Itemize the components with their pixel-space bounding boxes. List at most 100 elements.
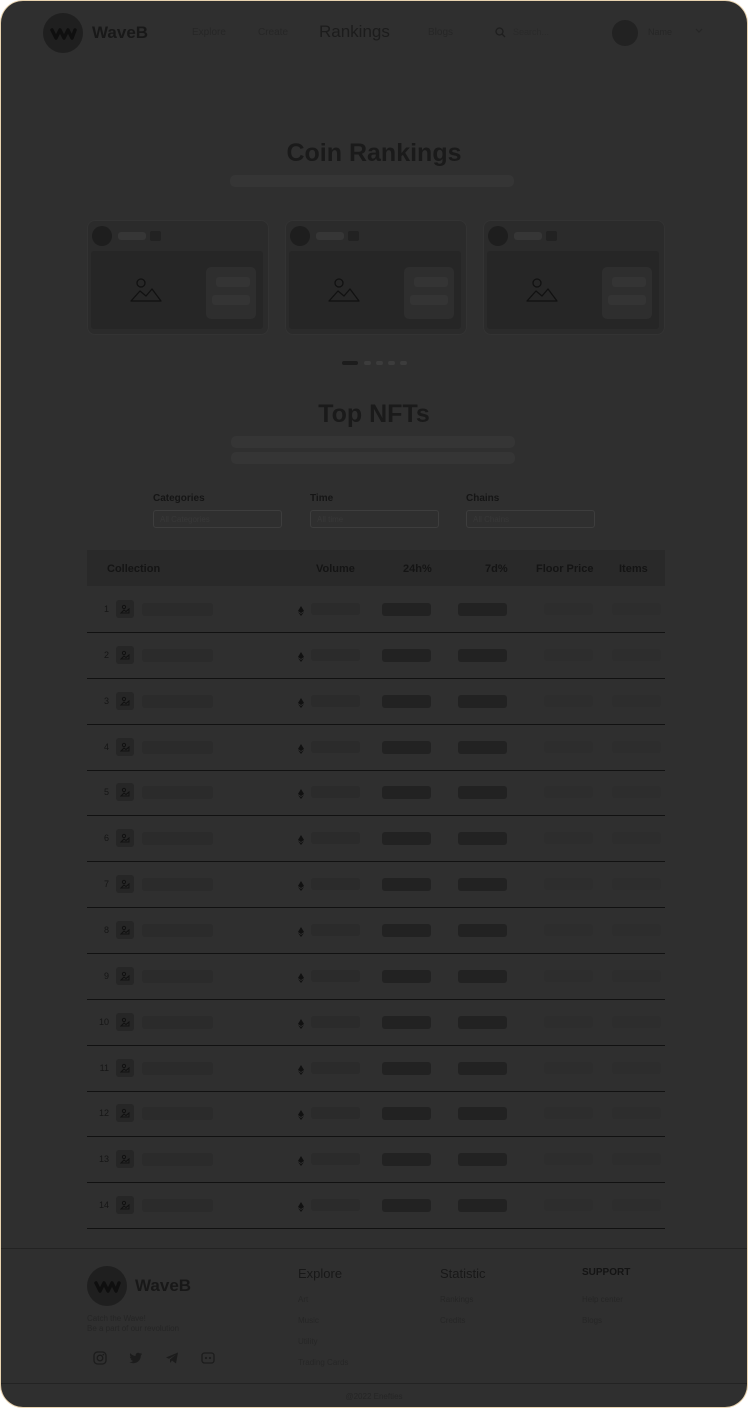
instagram-icon[interactable] xyxy=(93,1351,107,1365)
items-placeholder xyxy=(612,1153,661,1166)
coin-card[interactable] xyxy=(483,220,665,335)
nav-explore[interactable]: Explore xyxy=(192,27,226,38)
column-volume[interactable]: Volume xyxy=(316,563,355,575)
footer-link-blogs[interactable]: Blogs xyxy=(582,1316,602,1325)
change-24h-placeholder xyxy=(382,878,431,892)
twitter-icon[interactable] xyxy=(129,1351,143,1365)
table-row[interactable]: 11 xyxy=(87,1046,665,1092)
table-row[interactable]: 10 xyxy=(87,1000,665,1046)
footer-link-trading-cards[interactable]: Trading Cards xyxy=(298,1358,348,1367)
table-row[interactable]: 3 xyxy=(87,679,665,725)
change-24h-placeholder xyxy=(382,923,431,937)
collection-name-placeholder xyxy=(142,1153,213,1167)
column-floor-price[interactable]: Floor Price xyxy=(536,563,593,575)
table-row[interactable]: 2 xyxy=(87,633,665,679)
change-7d-placeholder xyxy=(458,648,507,662)
table-row[interactable]: 12 xyxy=(87,1091,665,1138)
coin-card[interactable] xyxy=(87,220,269,335)
change-24h-placeholder xyxy=(382,1153,431,1167)
column-items[interactable]: Items xyxy=(619,563,648,575)
column-24h[interactable]: 24h% xyxy=(403,563,432,575)
subtitle-placeholder xyxy=(230,175,514,187)
time-label: Time xyxy=(310,493,334,504)
collection-thumbnail xyxy=(116,920,134,939)
coin-symbol-placeholder xyxy=(150,231,161,241)
table-row[interactable]: 6 xyxy=(87,816,665,863)
volume-placeholder xyxy=(311,1107,360,1120)
column-collection[interactable]: Collection xyxy=(107,563,160,575)
nav-rankings[interactable]: Rankings xyxy=(319,22,390,42)
footer-link-rankings[interactable]: Rankings xyxy=(440,1295,473,1304)
avatar[interactable] xyxy=(612,20,638,46)
footer-logo-icon[interactable] xyxy=(87,1266,127,1306)
collection-thumbnail xyxy=(116,966,134,985)
collection-name-placeholder xyxy=(142,694,213,708)
table-row[interactable]: 5 xyxy=(87,770,665,817)
change-7d-placeholder xyxy=(458,694,507,708)
coin-rankings-title: Coin Rankings xyxy=(286,139,462,167)
footer-link-art[interactable]: Art xyxy=(298,1295,308,1304)
row-rank: 8 xyxy=(103,924,109,935)
chevron-down-icon[interactable] xyxy=(694,25,704,35)
telegram-icon[interactable] xyxy=(165,1351,179,1365)
carousel-dot-5[interactable] xyxy=(400,361,407,365)
change-7d-placeholder xyxy=(458,1107,507,1121)
carousel-dot-2[interactable] xyxy=(364,361,371,365)
footer-bottom-divider xyxy=(1,1383,747,1384)
nav-create[interactable]: Create xyxy=(258,27,288,38)
table-row[interactable]: 4 xyxy=(87,725,665,771)
footer-link-credits[interactable]: Credits xyxy=(440,1316,465,1325)
logo-icon[interactable] xyxy=(43,13,83,53)
row-rank: 1 xyxy=(103,604,109,614)
collection-name-placeholder xyxy=(142,832,213,846)
floor-price-placeholder xyxy=(544,1015,593,1028)
categories-label: Categories xyxy=(153,493,205,504)
chains-select[interactable]: All Chains xyxy=(466,510,595,528)
carousel-dot-1[interactable] xyxy=(342,361,358,365)
footer-link-utility[interactable]: Utility xyxy=(298,1337,318,1346)
row-rank: 3 xyxy=(103,695,109,706)
table-row[interactable]: 1 xyxy=(87,587,665,633)
change-7d-placeholder xyxy=(458,969,507,983)
row-rank: 9 xyxy=(103,970,109,981)
categories-select[interactable]: All Categories xyxy=(153,510,282,528)
nav-blogs[interactable]: Blogs xyxy=(428,27,453,38)
footer-link-music[interactable]: Music xyxy=(298,1316,319,1325)
coin-card[interactable] xyxy=(285,220,467,335)
coin-stats-panel xyxy=(404,267,454,319)
coin-name-placeholder xyxy=(316,232,344,240)
carousel-dot-3[interactable] xyxy=(376,361,383,365)
volume-placeholder xyxy=(311,694,360,707)
collection-thumbnail xyxy=(116,1196,134,1215)
floor-price-placeholder xyxy=(544,1153,593,1166)
user-name[interactable]: Name xyxy=(648,27,672,37)
collection-thumbnail xyxy=(116,829,134,848)
search-icon[interactable] xyxy=(495,27,506,38)
copyright-text: @2022 Enefties xyxy=(345,1392,403,1401)
items-placeholder xyxy=(612,1107,661,1120)
table-row[interactable]: 13 xyxy=(87,1137,665,1184)
subtitle-placeholder xyxy=(231,436,515,448)
volume-placeholder xyxy=(311,648,360,661)
image-placeholder-icon xyxy=(130,278,162,302)
time-select[interactable]: All time xyxy=(310,510,439,528)
table-row[interactable]: 9 xyxy=(87,954,665,1000)
floor-price-placeholder xyxy=(544,1061,593,1074)
change-24h-placeholder xyxy=(382,832,431,846)
search-input[interactable]: Search... xyxy=(513,27,549,37)
discord-icon[interactable] xyxy=(201,1351,215,1365)
table-row[interactable]: 7 xyxy=(87,862,665,909)
footer-link-help-center[interactable]: Help center xyxy=(582,1295,623,1304)
ethereum-icon xyxy=(298,786,304,804)
column-7d[interactable]: 7d% xyxy=(485,563,508,575)
row-rank: 6 xyxy=(103,833,109,844)
table-row[interactable]: 14 xyxy=(87,1183,665,1230)
change-24h-placeholder xyxy=(382,1199,431,1213)
carousel-dot-4[interactable] xyxy=(388,361,395,365)
table-row[interactable]: 8 xyxy=(87,908,665,954)
coin-stats-panel xyxy=(602,267,652,319)
items-placeholder xyxy=(612,648,661,661)
change-7d-placeholder xyxy=(458,740,507,754)
coin-symbol-placeholder xyxy=(546,231,557,241)
brand-name[interactable]: WaveB xyxy=(92,23,148,43)
